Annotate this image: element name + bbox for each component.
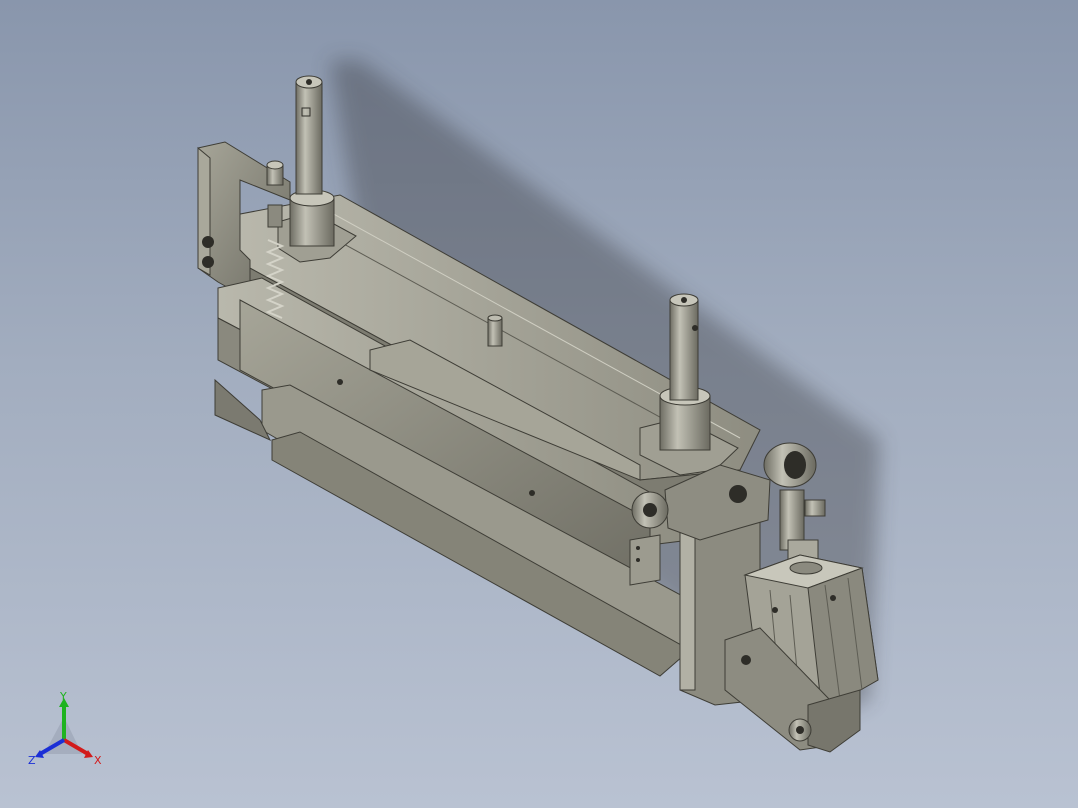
view-orientation-triad[interactable]: Y X Z (22, 692, 112, 772)
graphics-viewport[interactable]: Y X Z (0, 0, 1078, 808)
z-axis-label: Z (28, 754, 36, 767)
center-pin[interactable] (487, 314, 503, 347)
x-axis-label: X (94, 754, 102, 767)
y-axis-label: Y (59, 692, 67, 703)
cad-model[interactable] (0, 0, 1078, 808)
